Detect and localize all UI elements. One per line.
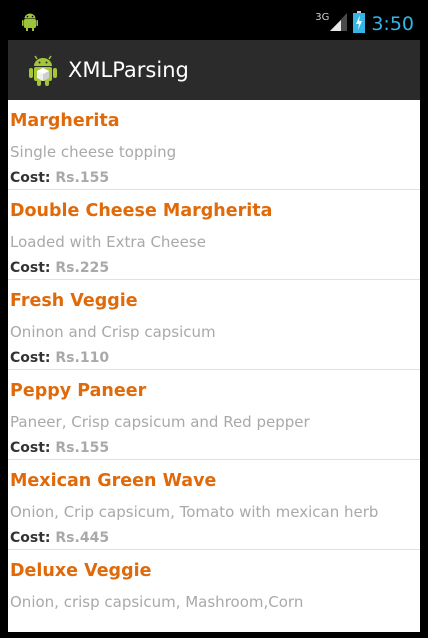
network-type: 3G [315, 11, 330, 23]
item-name: Mexican Green Wave [10, 471, 217, 491]
item-cost-row: Cost: Rs.155 [10, 170, 109, 186]
list-item[interactable]: Fresh Veggie Oninon and Crisp capsicum C… [8, 280, 420, 370]
app-title: XMLParsing [68, 58, 189, 82]
list-item[interactable]: Margherita Single cheese topping Cost: R… [8, 100, 420, 190]
android-app-icon[interactable] [26, 53, 60, 87]
list-item[interactable]: Mexican Green Wave Onion, Crip capsicum,… [8, 460, 420, 550]
item-cost: Rs.155 [55, 440, 110, 456]
list-item[interactable]: Deluxe Veggie Onion, crisp capsicum, Mas… [8, 550, 420, 632]
android-icon [22, 12, 38, 36]
item-description: Onion, crisp capsicum, Mashroom,Corn [10, 593, 304, 611]
action-bar: XMLParsing [8, 40, 420, 100]
item-cost-row: Cost: Rs.155 [10, 440, 109, 456]
item-name: Margherita [10, 111, 120, 131]
item-description: Onion, Crip capsicum, Tomato with mexica… [10, 503, 379, 521]
item-cost: Rs.445 [55, 530, 110, 546]
status-bar: 3G 3:50 [8, 8, 420, 40]
cost-label: Cost: [10, 260, 51, 276]
signal-icon [330, 13, 348, 35]
menu-list[interactable]: Margherita Single cheese topping Cost: R… [8, 100, 420, 632]
cost-label: Cost: [10, 530, 51, 546]
item-description: Oninon and Crisp capsicum [10, 323, 216, 341]
item-description: Single cheese topping [10, 143, 177, 161]
item-cost: Rs.155 [55, 170, 110, 186]
cost-label: Cost: [10, 350, 51, 366]
list-item[interactable]: Double Cheese Margherita Loaded with Ext… [8, 190, 420, 280]
item-description: Paneer, Crisp capsicum and Red pepper [10, 413, 310, 431]
clock: 3:50 [371, 13, 414, 35]
item-name: Peppy Paneer [10, 381, 147, 401]
item-cost: Rs.110 [55, 350, 110, 366]
cost-label: Cost: [10, 170, 51, 186]
phone-screen: 3G 3:50 XMLParsing Margherita Single che… [0, 0, 428, 638]
item-name: Double Cheese Margherita [10, 201, 273, 221]
item-cost-row: Cost: Rs.445 [10, 530, 109, 546]
item-description: Loaded with Extra Cheese [10, 233, 206, 251]
status-indicators: 3G 3:50 [315, 8, 414, 40]
battery-charging-icon [353, 11, 366, 37]
item-cost: Rs.225 [55, 260, 110, 276]
item-cost-row: Cost: Rs.110 [10, 350, 109, 366]
item-name: Deluxe Veggie [10, 561, 152, 581]
item-name: Fresh Veggie [10, 291, 138, 311]
cost-label: Cost: [10, 440, 51, 456]
item-cost-row: Cost: Rs.225 [10, 260, 109, 276]
list-item[interactable]: Peppy Paneer Paneer, Crisp capsicum and … [8, 370, 420, 460]
